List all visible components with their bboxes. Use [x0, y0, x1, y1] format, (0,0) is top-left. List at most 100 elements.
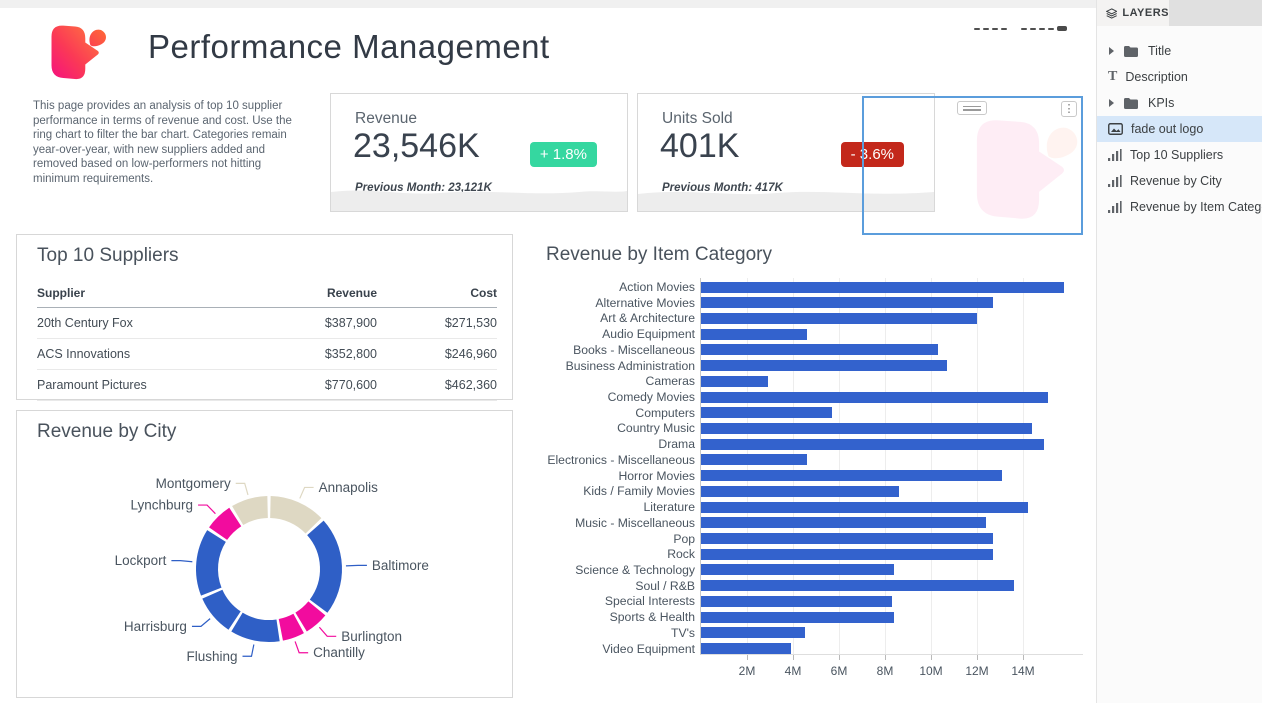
widget-drag-handle[interactable]: [957, 101, 987, 115]
donut-slice-label: Flushing: [186, 649, 237, 664]
donut-leader-line: [198, 505, 215, 514]
layer-item-revenue-by-city[interactable]: Revenue by City: [1097, 168, 1262, 194]
suppliers-table: Supplier Revenue Cost 20th Century Fox $…: [37, 279, 497, 401]
gridline: [1023, 278, 1024, 654]
layers-panel: LAYERS Title T Description KPIs fade: [1096, 0, 1262, 703]
brand-logo-icon: [38, 16, 114, 86]
kpi-card-revenue[interactable]: Revenue 23,546K + 1.8% Previous Month: 2…: [330, 93, 628, 212]
donut-slice[interactable]: [212, 594, 234, 620]
bar: [701, 392, 1048, 403]
bar: [701, 564, 894, 575]
bar: [701, 517, 986, 528]
layer-item-fade-out-logo[interactable]: fade out logo: [1097, 116, 1262, 142]
bar: [701, 596, 892, 607]
bar: [701, 454, 807, 465]
folder-icon: [1124, 98, 1138, 109]
top-10-suppliers-card[interactable]: Top 10 Suppliers Supplier Revenue Cost 2…: [16, 234, 513, 400]
donut-slice[interactable]: [315, 528, 331, 606]
col-revenue: Revenue: [257, 279, 377, 308]
donut-slice-label: Chantilly: [313, 645, 365, 660]
bar-category-label: Sports & Health: [610, 610, 695, 624]
layer-item-label: Title: [1148, 44, 1171, 58]
cell-revenue: $352,800: [257, 339, 377, 370]
layer-item-label: fade out logo: [1131, 122, 1203, 136]
layer-item-label: Top 10 Suppliers: [1130, 148, 1223, 162]
table-header-row: Supplier Revenue Cost: [37, 279, 497, 308]
donut-leader-line: [171, 561, 192, 562]
cell-cost: $271,530: [377, 308, 497, 339]
layer-item-label: Revenue by City: [1130, 174, 1222, 188]
bar-category-label: Science & Technology: [575, 563, 695, 577]
axis-tick: [747, 655, 748, 660]
bar-category-label: Country Music: [617, 421, 695, 435]
image-icon: [1108, 123, 1123, 135]
col-supplier: Supplier: [37, 279, 257, 308]
table-row[interactable]: ACS Innovations $352,800 $246,960: [37, 339, 497, 370]
donut-leader-line: [242, 644, 253, 656]
kpi-value: 23,546K: [353, 127, 480, 166]
layer-item-title[interactable]: Title: [1097, 38, 1262, 64]
cell-supplier: 20th Century Fox: [37, 308, 257, 339]
donut-slice-label: Lockport: [115, 553, 167, 568]
selected-widget-fade-out-logo[interactable]: ⋮: [862, 96, 1083, 235]
bar: [701, 580, 1014, 591]
layer-item-revenue-by-item-category[interactable]: Revenue by Item Catego: [1097, 194, 1262, 220]
bar-category-label: Kids / Family Movies: [583, 484, 695, 498]
donut-slice[interactable]: [270, 507, 313, 526]
donut-leader-line: [295, 641, 308, 652]
donut-slice[interactable]: [281, 623, 299, 629]
revenue-by-item-category-chart[interactable]: Revenue by Item Category Action MoviesAl…: [531, 234, 1083, 703]
donut-slice[interactable]: [238, 507, 268, 515]
page-title: Performance Management: [148, 28, 550, 66]
donut-slice[interactable]: [301, 608, 317, 622]
axis-tick: [793, 655, 794, 660]
donut-slice[interactable]: [207, 536, 217, 592]
bar: [701, 376, 768, 387]
bar: [701, 329, 807, 340]
minimized-element-dashes: [974, 26, 1067, 31]
widget-menu-kebab-icon[interactable]: ⋮: [1061, 101, 1077, 117]
table-row[interactable]: Paramount Pictures $770,600 $462,360: [37, 370, 497, 401]
donut-slice-label: Lynchburg: [131, 498, 194, 513]
kpi-sparkline: [331, 183, 627, 211]
bar-category-label: Drama: [658, 437, 695, 451]
bar-category-label: Computers: [635, 406, 695, 420]
gridline: [931, 278, 932, 654]
layers-panel-header: LAYERS: [1097, 0, 1262, 26]
layer-item-top-10-suppliers[interactable]: Top 10 Suppliers: [1097, 142, 1262, 168]
bar: [701, 423, 1032, 434]
caret-right-icon[interactable]: [1109, 99, 1114, 107]
bar: [701, 313, 977, 324]
axis-tick: [931, 655, 932, 660]
kpi-value: 401K: [660, 127, 739, 166]
layer-item-kpis[interactable]: KPIs: [1097, 90, 1262, 116]
bar-category-label: Action Movies: [619, 280, 695, 294]
bar-category-label: Audio Equipment: [602, 327, 695, 341]
layers-tab[interactable]: LAYERS: [1097, 0, 1169, 26]
bar: [701, 407, 832, 418]
bar: [701, 533, 993, 544]
revenue-by-city-card[interactable]: Revenue by City AnnapolisBaltimoreBurlin…: [16, 410, 513, 698]
bar-category-label: Horror Movies: [618, 469, 695, 483]
chart-title: Revenue by Item Category: [546, 244, 772, 266]
bar-category-label: Books - Miscellaneous: [573, 343, 695, 357]
donut-slice-label: Montgomery: [156, 476, 231, 491]
axis-tick: [977, 655, 978, 660]
axis-tick-label: 6M: [831, 664, 848, 678]
cell-cost: $462,360: [377, 370, 497, 401]
layer-item-description[interactable]: T Description: [1097, 64, 1262, 90]
donut-slice-label: Burlington: [341, 629, 402, 644]
page-description: This page provides an analysis of top 10…: [33, 99, 305, 187]
bar-chart-icon: [1108, 175, 1122, 187]
bar: [701, 439, 1044, 450]
donut-slice[interactable]: [218, 517, 235, 534]
bar-category-label: Rock: [667, 547, 695, 561]
donut-slice-label: Annapolis: [319, 480, 379, 495]
folder-icon: [1124, 46, 1138, 57]
bar: [701, 502, 1028, 513]
gridline: [977, 278, 978, 654]
table-row[interactable]: 20th Century Fox $387,900 $271,530: [37, 308, 497, 339]
layers-icon: [1106, 7, 1117, 20]
donut-slice[interactable]: [237, 622, 278, 631]
caret-right-icon[interactable]: [1109, 47, 1114, 55]
